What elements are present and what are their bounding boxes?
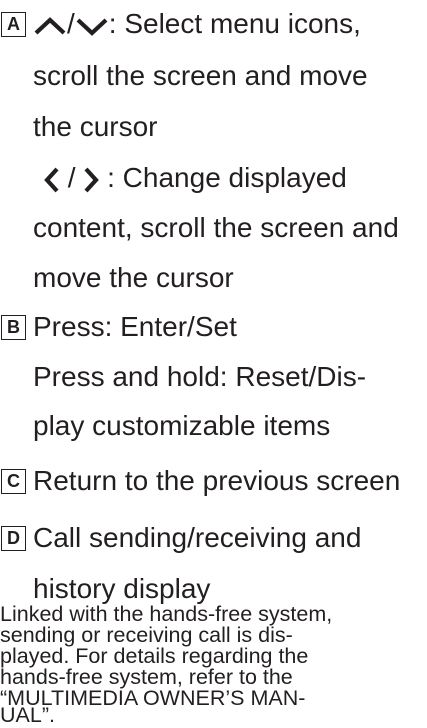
note-line-6: UAL”. xyxy=(0,703,55,727)
item-c-line-1: Return to the previous screen xyxy=(33,465,401,496)
item-c-badge: C xyxy=(1,469,26,494)
chevron-up-icon xyxy=(33,15,67,37)
item-a-badge: A xyxy=(1,12,26,37)
item-b-line-3: play customizable items xyxy=(33,410,331,441)
item-a-leftright-continuation-1: content, scroll the screen and xyxy=(33,212,399,243)
item-b-badge: B xyxy=(1,315,26,340)
item-a-updown-text: : Select menu icons, xyxy=(108,8,361,39)
item-a-updown-continuation-2: the cursor xyxy=(33,111,158,142)
chevron-down-icon xyxy=(75,15,109,37)
item-a-updown-separator: / xyxy=(67,8,75,39)
item-a-leftright-separator: / xyxy=(60,162,84,193)
item-a-updown-line: / : Select menu icons, xyxy=(33,8,361,40)
item-a-leftright-line: / : Change displayed xyxy=(44,162,347,194)
item-b-line-2: Press and hold: Reset/Dis- xyxy=(33,361,367,392)
item-a-updown-continuation-1: scroll the screen and move xyxy=(33,60,368,91)
item-d-line-1: Call sending/receiving and xyxy=(33,522,362,553)
item-d-badge: D xyxy=(1,526,26,551)
chevron-left-icon xyxy=(44,166,60,194)
chevron-right-icon xyxy=(83,166,100,194)
item-b-line-1: Press: Enter/Set xyxy=(33,311,237,342)
page: { "items": { "a": { "badge": "A", "up_do… xyxy=(0,0,427,727)
item-a-leftright-text: : Change displayed xyxy=(107,162,347,193)
item-a-leftright-continuation-2: move the cursor xyxy=(33,262,234,293)
